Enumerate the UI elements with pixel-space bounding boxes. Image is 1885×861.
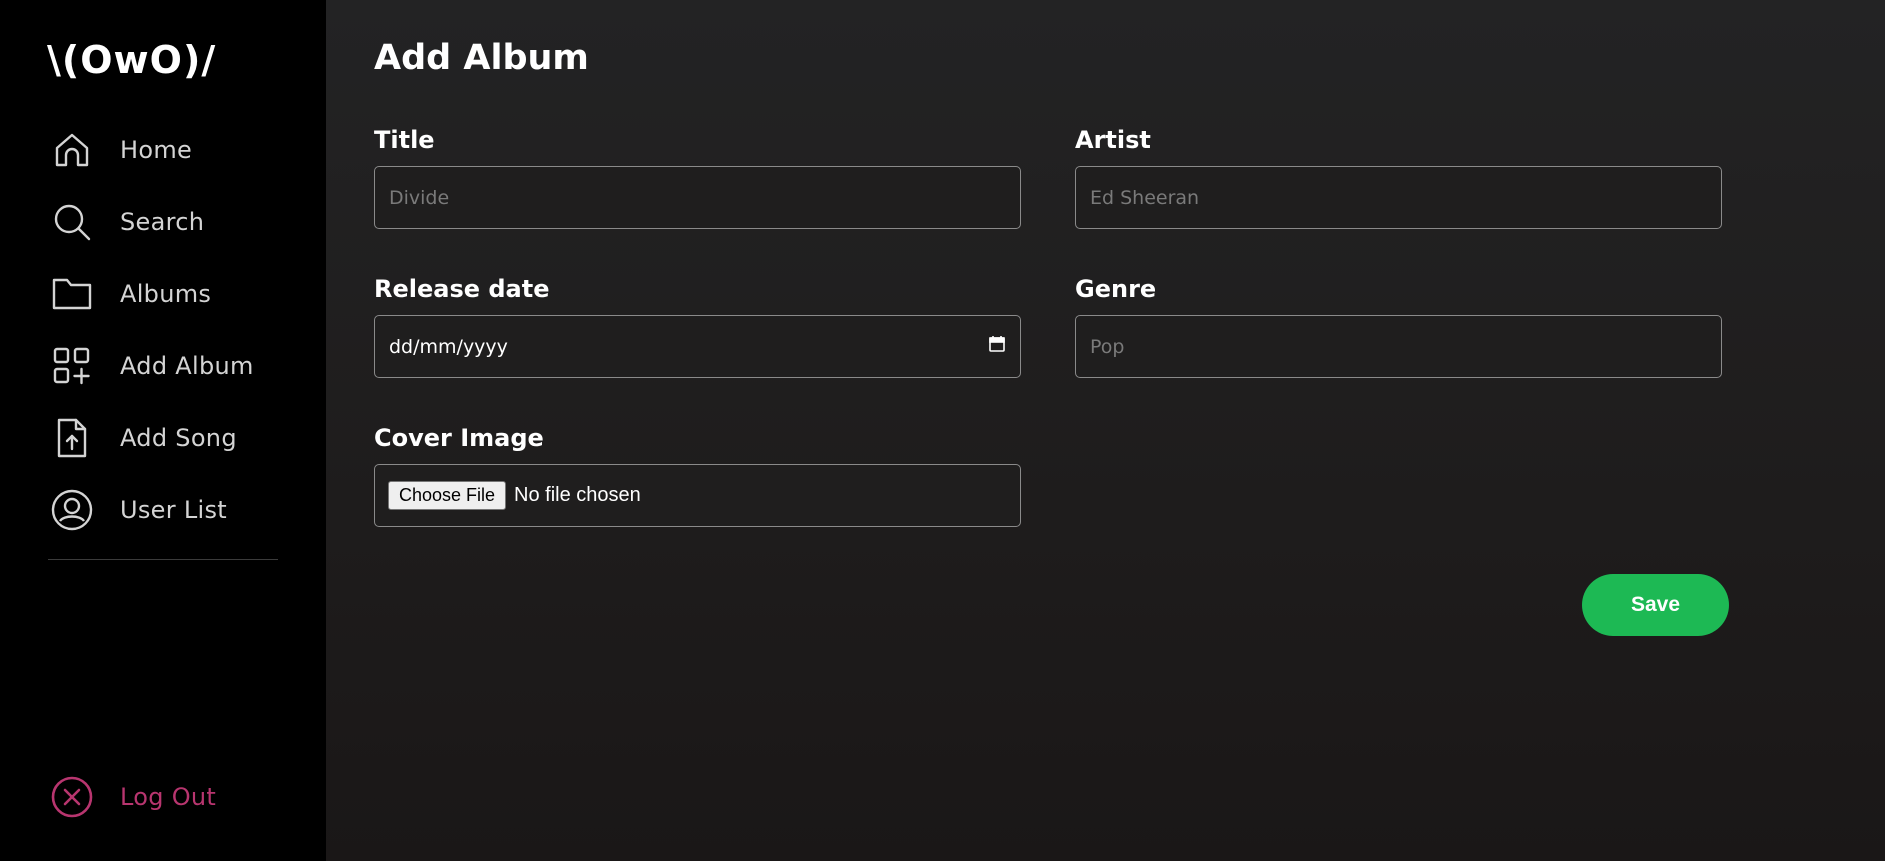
sidebar-item-label: Albums <box>120 280 212 308</box>
cover-image-input: Choose File No file chosen <box>374 464 1021 527</box>
cover-image-label: Cover Image <box>374 424 544 452</box>
artist-field: Artist <box>1075 126 1722 229</box>
sidebar: \(OwO)/ Home Search Albums Add Album Add… <box>0 0 326 861</box>
app-logo[interactable]: \(OwO)/ <box>47 38 216 82</box>
main-content: Add Album Title Artist Release date dd/m… <box>326 0 1885 861</box>
sidebar-item-home[interactable]: Home <box>48 114 308 186</box>
artist-label: Artist <box>1075 126 1151 154</box>
sidebar-item-albums[interactable]: Albums <box>48 258 308 330</box>
release-date-label: Release date <box>374 275 550 303</box>
add-grid-icon <box>48 342 96 390</box>
app-root: \(OwO)/ Home Search Albums Add Album Add… <box>0 0 1885 861</box>
genre-field: Genre <box>1075 275 1722 378</box>
sidebar-item-label: Add Song <box>120 424 237 452</box>
save-button[interactable]: Save <box>1582 574 1729 636</box>
sidebar-item-label: User List <box>120 496 227 524</box>
title-input-box <box>374 166 1021 229</box>
sidebar-nav: Home Search Albums Add Album Add Song Us… <box>48 114 308 546</box>
cover-image-field: Cover Image Choose File No file chosen <box>374 424 1021 527</box>
release-date-input[interactable]: dd/mm/yyyy <box>374 315 1021 378</box>
logout-button[interactable]: Log Out <box>48 773 216 821</box>
logout-label: Log Out <box>120 783 217 811</box>
genre-label: Genre <box>1075 275 1157 303</box>
sidebar-item-label: Search <box>120 208 205 236</box>
sidebar-item-user-list[interactable]: User List <box>48 474 308 546</box>
sidebar-item-add-song[interactable]: Add Song <box>48 402 308 474</box>
release-date-field: Release date dd/mm/yyyy <box>374 275 1021 378</box>
folder-icon <box>48 270 96 318</box>
file-upload-icon <box>48 414 96 462</box>
artist-input-box <box>1075 166 1722 229</box>
artist-input[interactable] <box>1090 186 1707 209</box>
title-label: Title <box>374 126 435 154</box>
sidebar-item-label: Home <box>120 136 193 164</box>
search-icon <box>48 198 96 246</box>
home-icon <box>48 126 96 174</box>
page-title: Add Album <box>374 38 589 78</box>
close-circle-icon <box>48 773 96 821</box>
title-input[interactable] <box>389 186 1006 209</box>
file-status: No file chosen <box>514 484 641 506</box>
title-field: Title <box>374 126 1021 229</box>
sidebar-item-label: Add Album <box>120 352 254 380</box>
sidebar-item-add-album[interactable]: Add Album <box>48 330 308 402</box>
release-date-value: dd/mm/yyyy <box>389 335 508 358</box>
calendar-icon[interactable] <box>988 335 1006 358</box>
genre-input-box <box>1075 315 1722 378</box>
genre-input[interactable] <box>1090 335 1707 358</box>
sidebar-item-search[interactable]: Search <box>48 186 308 258</box>
sidebar-divider <box>48 559 278 560</box>
user-circle-icon <box>48 486 96 534</box>
choose-file-button[interactable]: Choose File <box>388 481 507 510</box>
